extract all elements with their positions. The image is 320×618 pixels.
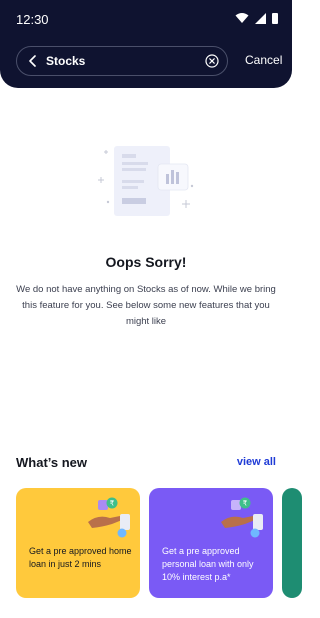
view-all-link[interactable]: view all	[237, 456, 276, 468]
card-text: Get a pre approved personal loan with on…	[162, 546, 254, 582]
whats-new-title: What’s new	[16, 455, 88, 470]
app-header: 12:30 Stocks Cancel	[0, 0, 292, 88]
status-icons	[235, 12, 278, 24]
cancel-button[interactable]: Cancel	[245, 53, 282, 67]
back-arrow-icon[interactable]	[27, 55, 39, 67]
feature-card-partial[interactable]	[282, 488, 302, 598]
svg-text:₹: ₹	[110, 500, 115, 508]
empty-state-title: Oops Sorry!	[105, 254, 187, 270]
signal-icon	[255, 12, 266, 24]
search-input[interactable]: Stocks	[16, 46, 228, 76]
wifi-icon	[235, 13, 249, 23]
status-time: 12:30	[16, 12, 49, 27]
hand-coin-icon: ₹	[221, 497, 263, 538]
card-text: Get a pre approved home loan in just 2 m…	[29, 546, 132, 569]
feature-card-home-loan[interactable]: ₹ Get a pre approved home loan in just 2…	[16, 488, 140, 598]
svg-text:₹: ₹	[243, 500, 248, 508]
clear-icon[interactable]	[205, 54, 219, 68]
feature-card-personal-loan[interactable]: ₹ Get a pre approved personal loan with …	[149, 488, 273, 598]
search-query[interactable]: Stocks	[46, 54, 85, 68]
battery-icon	[272, 12, 278, 24]
hand-coin-icon: ₹	[88, 497, 130, 538]
empty-state-description: We do not have anything on Stocks as of …	[16, 284, 276, 327]
empty-state-illustration	[98, 146, 194, 216]
